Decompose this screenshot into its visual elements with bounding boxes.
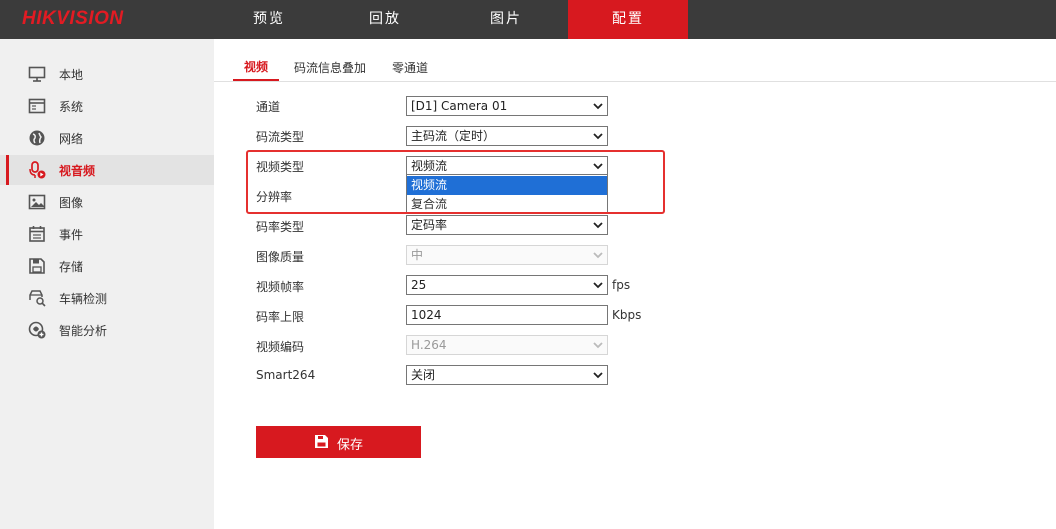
- sidebar-item-label: 系统: [59, 100, 84, 114]
- sidebar-item-label: 存储: [59, 260, 84, 274]
- floppy-disk-icon: [314, 434, 329, 449]
- tab-zero-channel[interactable]: 零通道: [392, 59, 428, 76]
- sidebar-item-system[interactable]: 系统: [0, 91, 214, 121]
- frame-rate-select[interactable]: 25: [406, 275, 608, 295]
- image-quality-select-value: 中: [411, 248, 424, 262]
- frame-rate-unit: fps: [612, 278, 631, 292]
- video-encoding-select: H.264: [406, 335, 608, 355]
- chevron-down-icon: [593, 103, 603, 110]
- sidebar-item-smart-analysis[interactable]: 智能分析: [0, 315, 214, 345]
- channel-label: 通道: [256, 100, 281, 114]
- bitrate-type-label: 码率类型: [256, 220, 305, 234]
- channel-select-value: [D1] Camera 01: [411, 99, 508, 113]
- bitrate-type-select[interactable]: 定码率: [406, 215, 608, 235]
- image-quality-label: 图像质量: [256, 250, 305, 264]
- max-bitrate-label: 码率上限: [256, 310, 305, 324]
- stream-type-select[interactable]: 主码流（定时）: [406, 126, 608, 146]
- max-bitrate-input[interactable]: 1024: [406, 305, 608, 325]
- chevron-down-icon: [593, 372, 603, 379]
- globe-icon: [28, 129, 46, 147]
- video-encoding-select-value: H.264: [411, 338, 447, 352]
- bitrate-type-select-value: 定码率: [411, 218, 448, 232]
- nav-tab-preview[interactable]: 预览: [209, 0, 329, 39]
- sidebar-item-label: 智能分析: [59, 324, 108, 338]
- top-navigation-bar: HIKVISION 预览 回放 图片 配置: [0, 0, 1056, 39]
- nav-tab-configuration[interactable]: 配置: [568, 0, 688, 39]
- chevron-down-icon: [593, 133, 603, 140]
- stream-type-label: 码流类型: [256, 130, 305, 144]
- smart-analysis-icon: [28, 321, 46, 339]
- image-quality-select: 中: [406, 245, 608, 265]
- system-window-icon: [28, 97, 46, 115]
- tab-stream-info-overlay[interactable]: 码流信息叠加: [294, 59, 366, 76]
- image-icon: [28, 193, 46, 211]
- tab-divider: [214, 81, 1056, 82]
- max-bitrate-unit: Kbps: [612, 308, 642, 322]
- sidebar-item-storage[interactable]: 存储: [0, 251, 214, 281]
- stream-type-select-value: 主码流（定时）: [411, 129, 496, 143]
- calendar-icon: [28, 225, 46, 243]
- sidebar-item-label: 视音频: [59, 164, 96, 178]
- sidebar-item-vehicle-detection[interactable]: 车辆检测: [0, 283, 214, 313]
- chevron-down-icon: [593, 342, 603, 349]
- sidebar-item-video-audio[interactable]: 视音频: [0, 155, 214, 185]
- sidebar-item-event[interactable]: 事件: [0, 219, 214, 249]
- sidebar-item-local[interactable]: 本地: [0, 59, 214, 89]
- vehicle-search-icon: [28, 289, 46, 307]
- save-button-label: 保存: [337, 438, 364, 453]
- chevron-down-icon: [593, 252, 603, 259]
- channel-select[interactable]: [D1] Camera 01: [406, 96, 608, 116]
- chevron-down-icon: [593, 282, 603, 289]
- sidebar-item-label: 网络: [59, 132, 84, 146]
- video-encoding-label: 视频编码: [256, 340, 305, 354]
- sidebar-item-network[interactable]: 网络: [0, 123, 214, 153]
- smart264-select[interactable]: 关闭: [406, 365, 608, 385]
- highlight-frame: [246, 150, 665, 214]
- smart264-label: Smart264: [256, 368, 316, 382]
- save-button[interactable]: 保存: [256, 426, 421, 458]
- sidebar-item-label: 本地: [59, 68, 84, 82]
- nav-tab-playback[interactable]: 回放: [325, 0, 445, 39]
- smart264-select-value: 关闭: [411, 368, 436, 382]
- sidebar-item-label: 图像: [59, 196, 84, 210]
- floppy-disk-icon: [28, 257, 46, 275]
- sidebar: 本地 系统 网络 视音频 图像 事件 存储 车辆检测 智能分析: [0, 39, 214, 529]
- frame-rate-select-value: 25: [411, 278, 427, 292]
- sidebar-item-label: 事件: [59, 228, 84, 242]
- tab-video[interactable]: 视频: [244, 58, 268, 75]
- microphone-play-icon: [28, 161, 46, 179]
- sidebar-item-label: 车辆检测: [59, 292, 108, 306]
- monitor-icon: [28, 65, 46, 83]
- frame-rate-label: 视频帧率: [256, 280, 305, 294]
- sidebar-item-image[interactable]: 图像: [0, 187, 214, 217]
- chevron-down-icon: [593, 222, 603, 229]
- brand-logo: HIKVISION: [22, 8, 124, 29]
- nav-tab-picture[interactable]: 图片: [446, 0, 566, 39]
